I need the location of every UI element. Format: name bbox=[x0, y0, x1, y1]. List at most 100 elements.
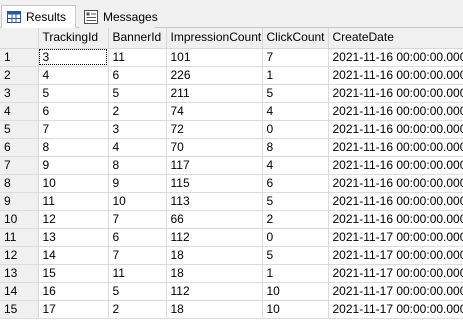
tab-results[interactable]: Results bbox=[1, 5, 76, 28]
table-row[interactable]: 13 15 11 18 1 2021-11-17 00:00:00.000 bbox=[0, 264, 463, 283]
row-number[interactable]: 2 bbox=[0, 66, 39, 85]
cell-bannerid[interactable]: 2 bbox=[108, 102, 167, 121]
table-row[interactable]: 12 14 7 18 5 2021-11-17 00:00:00.000 bbox=[0, 246, 463, 265]
corner-cell[interactable] bbox=[0, 28, 39, 49]
table-row[interactable]: 11 13 6 112 0 2021-11-17 00:00:00.000 bbox=[0, 228, 463, 247]
table-row[interactable]: 7 9 8 117 4 2021-11-16 00:00:00.000 bbox=[0, 156, 463, 175]
cell-clickcount[interactable]: 5 bbox=[262, 246, 329, 265]
cell-bannerid[interactable]: 6 bbox=[108, 66, 167, 85]
row-number[interactable]: 5 bbox=[0, 120, 39, 139]
cell-impressioncount[interactable]: 66 bbox=[166, 210, 263, 229]
row-number[interactable]: 11 bbox=[0, 228, 39, 247]
column-header-clickcount[interactable]: ClickCount bbox=[262, 28, 329, 49]
cell-clickcount[interactable]: 4 bbox=[262, 156, 329, 175]
cell-createdate[interactable]: 2021-11-17 00:00:00.000 bbox=[328, 228, 463, 247]
cell-createdate[interactable]: 2021-11-16 00:00:00.000 bbox=[328, 138, 463, 157]
cell-trackingid[interactable]: 17 bbox=[38, 300, 109, 319]
cell-trackingid[interactable]: 5 bbox=[38, 84, 109, 103]
cell-createdate[interactable]: 2021-11-16 00:00:00.000 bbox=[328, 120, 463, 139]
cell-trackingid[interactable]: 8 bbox=[38, 138, 109, 157]
table-row[interactable]: 5 7 3 72 0 2021-11-16 00:00:00.000 bbox=[0, 120, 463, 139]
cell-impressioncount[interactable]: 101 bbox=[166, 48, 263, 67]
row-number[interactable]: 10 bbox=[0, 210, 39, 229]
table-row[interactable]: 1 3 11 101 7 2021-11-16 00:00:00.000 bbox=[0, 48, 463, 67]
row-number[interactable]: 8 bbox=[0, 174, 39, 193]
cell-clickcount[interactable]: 10 bbox=[262, 282, 329, 301]
cell-bannerid[interactable]: 5 bbox=[108, 84, 167, 103]
cell-bannerid[interactable]: 5 bbox=[108, 282, 167, 301]
cell-trackingid[interactable]: 14 bbox=[38, 246, 109, 265]
cell-bannerid[interactable]: 8 bbox=[108, 156, 167, 175]
cell-clickcount[interactable]: 1 bbox=[262, 264, 329, 283]
column-header-trackingid[interactable]: TrackingId bbox=[38, 28, 109, 49]
cell-bannerid[interactable]: 11 bbox=[108, 264, 167, 283]
row-number[interactable]: 14 bbox=[0, 282, 39, 301]
cell-clickcount[interactable]: 0 bbox=[262, 228, 329, 247]
cell-clickcount[interactable]: 6 bbox=[262, 174, 329, 193]
row-number[interactable]: 9 bbox=[0, 192, 39, 211]
cell-bannerid[interactable]: 10 bbox=[108, 192, 167, 211]
tab-messages[interactable]: Messages bbox=[79, 5, 158, 28]
cell-impressioncount[interactable]: 18 bbox=[166, 264, 263, 283]
row-number[interactable]: 12 bbox=[0, 246, 39, 265]
cell-createdate[interactable]: 2021-11-17 00:00:00.000 bbox=[328, 264, 463, 283]
cell-impressioncount[interactable]: 18 bbox=[166, 300, 263, 319]
cell-clickcount[interactable]: 8 bbox=[262, 138, 329, 157]
cell-bannerid[interactable]: 3 bbox=[108, 120, 167, 139]
cell-clickcount[interactable]: 0 bbox=[262, 120, 329, 139]
row-number[interactable]: 3 bbox=[0, 84, 39, 103]
cell-impressioncount[interactable]: 72 bbox=[166, 120, 263, 139]
cell-clickcount[interactable]: 5 bbox=[262, 84, 329, 103]
cell-createdate[interactable]: 2021-11-16 00:00:00.000 bbox=[328, 174, 463, 193]
table-row[interactable]: 9 11 10 113 5 2021-11-16 00:00:00.000 bbox=[0, 192, 463, 211]
cell-trackingid[interactable]: 11 bbox=[38, 192, 109, 211]
cell-createdate[interactable]: 2021-11-16 00:00:00.000 bbox=[328, 84, 463, 103]
table-row[interactable]: 6 8 4 70 8 2021-11-16 00:00:00.000 bbox=[0, 138, 463, 157]
cell-trackingid[interactable]: 10 bbox=[38, 174, 109, 193]
cell-impressioncount[interactable]: 112 bbox=[166, 228, 263, 247]
results-grid[interactable]: TrackingId BannerId ImpressionCount Clic… bbox=[0, 28, 463, 336]
cell-bannerid[interactable]: 9 bbox=[108, 174, 167, 193]
cell-createdate[interactable]: 2021-11-16 00:00:00.000 bbox=[328, 192, 463, 211]
cell-createdate[interactable]: 2021-11-16 00:00:00.000 bbox=[328, 210, 463, 229]
cell-impressioncount[interactable]: 74 bbox=[166, 102, 263, 121]
cell-clickcount[interactable]: 2 bbox=[262, 210, 329, 229]
row-number[interactable]: 15 bbox=[0, 300, 39, 319]
cell-impressioncount[interactable]: 211 bbox=[166, 84, 263, 103]
row-number[interactable]: 7 bbox=[0, 156, 39, 175]
cell-trackingid[interactable]: 7 bbox=[38, 120, 109, 139]
table-row[interactable]: 10 12 7 66 2 2021-11-16 00:00:00.000 bbox=[0, 210, 463, 229]
cell-clickcount[interactable]: 7 bbox=[262, 48, 329, 67]
cell-clickcount[interactable]: 4 bbox=[262, 102, 329, 121]
cell-bannerid[interactable]: 11 bbox=[108, 48, 167, 67]
cell-trackingid[interactable]: 9 bbox=[38, 156, 109, 175]
cell-bannerid[interactable]: 6 bbox=[108, 228, 167, 247]
cell-impressioncount[interactable]: 70 bbox=[166, 138, 263, 157]
cell-trackingid[interactable]: 3 bbox=[38, 48, 109, 67]
cell-impressioncount[interactable]: 112 bbox=[166, 282, 263, 301]
cell-trackingid[interactable]: 12 bbox=[38, 210, 109, 229]
cell-createdate[interactable]: 2021-11-16 00:00:00.000 bbox=[328, 66, 463, 85]
cell-trackingid[interactable]: 6 bbox=[38, 102, 109, 121]
cell-trackingid[interactable]: 4 bbox=[38, 66, 109, 85]
cell-clickcount[interactable]: 10 bbox=[262, 300, 329, 319]
cell-createdate[interactable]: 2021-11-17 00:00:00.000 bbox=[328, 282, 463, 301]
cell-trackingid[interactable]: 15 bbox=[38, 264, 109, 283]
cell-bannerid[interactable]: 4 bbox=[108, 138, 167, 157]
cell-impressioncount[interactable]: 18 bbox=[166, 246, 263, 265]
cell-trackingid[interactable]: 16 bbox=[38, 282, 109, 301]
cell-bannerid[interactable]: 7 bbox=[108, 246, 167, 265]
cell-createdate[interactable]: 2021-11-17 00:00:00.000 bbox=[328, 246, 463, 265]
column-header-impressioncount[interactable]: ImpressionCount bbox=[166, 28, 263, 49]
table-row[interactable]: 3 5 5 211 5 2021-11-16 00:00:00.000 bbox=[0, 84, 463, 103]
table-row[interactable]: 2 4 6 226 1 2021-11-16 00:00:00.000 bbox=[0, 66, 463, 85]
cell-bannerid[interactable]: 7 bbox=[108, 210, 167, 229]
cell-impressioncount[interactable]: 115 bbox=[166, 174, 263, 193]
cell-createdate[interactable]: 2021-11-16 00:00:00.000 bbox=[328, 156, 463, 175]
table-row[interactable]: 14 16 5 112 10 2021-11-17 00:00:00.000 bbox=[0, 282, 463, 301]
column-header-bannerid[interactable]: BannerId bbox=[108, 28, 167, 49]
cell-createdate[interactable]: 2021-11-17 00:00:00.000 bbox=[328, 300, 463, 319]
cell-impressioncount[interactable]: 113 bbox=[166, 192, 263, 211]
row-number[interactable]: 13 bbox=[0, 264, 39, 283]
cell-createdate[interactable]: 2021-11-16 00:00:00.000 bbox=[328, 48, 463, 67]
